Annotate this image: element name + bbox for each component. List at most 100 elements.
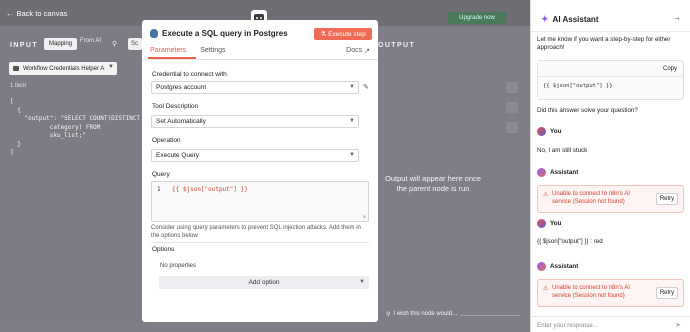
docs-link[interactable]: Docs ↗ [346,47,370,55]
search-icon[interactable]: ⚲ [112,40,117,48]
divider [142,59,378,60]
divider [151,242,369,243]
tab-from-ai[interactable]: From AI [80,38,101,45]
query-editor[interactable]: 1 {{ $json["output"] }} ⇲ [151,181,369,222]
json-output: [ { "output": "SELECT COUNT(DISTINCT cat… [10,98,141,156]
assistant-input[interactable]: Enter your response... ➤ [531,316,690,332]
query-code: {{ $json["output"] }} [172,186,248,193]
assistant-intro: Let me know if you want a step-by-step f… [537,36,671,51]
pin-icon[interactable] [506,82,518,93]
operation-label: Operation [152,137,181,144]
credential-label: Credential to connect with [152,71,227,78]
chevron-down-icon: ▼ [349,118,355,124]
sender-name: You [550,220,562,227]
collapse-icon[interactable]: → [673,13,681,22]
execute-step-label: Execute step [328,30,366,38]
output-heading: OUTPUT [378,42,416,49]
message-sender: Assistant [537,168,578,177]
code-snippet: Copy {{ $json["output"] }} [537,60,684,100]
tool-description-select[interactable]: Set Automatically ▼ [151,115,359,128]
add-option-label: Add option [248,279,280,286]
workflow-select[interactable]: Workflow Credentials Helper A ▼ [9,62,117,75]
tab-schema[interactable]: Sc [128,38,142,50]
avatar [537,219,546,228]
arrow-left-icon: ← [6,9,14,18]
chevron-down-icon: ▼ [349,84,355,90]
external-link-icon: ↗ [364,48,370,55]
assistant-avatar-icon [537,168,546,177]
message-text: {{ $json["output"] }} : red [537,238,603,245]
feedback-link[interactable]: ⚲ I wish this node would... [386,311,457,318]
sender-name: Assistant [550,263,579,270]
retry-button[interactable]: Retry [656,287,678,299]
copy-button[interactable]: Copy [663,66,677,72]
execute-step-button[interactable]: ⚗ Execute step [314,28,372,40]
operation-select[interactable]: Execute Query ▼ [151,149,359,162]
assistant-input-placeholder: Enter your response... [537,322,598,329]
error-text: Unable to connect to n8n's AI service (S… [552,285,630,299]
workflow-icon [13,66,19,71]
credential-select[interactable]: Postgres account ▼ [151,81,359,94]
feedback-question: Did this answer solve your question? [537,107,638,114]
ai-assistant-panel: ✦ AI Assistant → Let me know if you want… [530,0,690,332]
no-properties-text: No properties [160,263,197,269]
avatar [537,127,546,136]
output-empty-message: Output will appear here once the parent … [385,174,481,193]
input-heading: INPUT [10,42,38,49]
modal-tabs: Parameters Settings [150,47,225,54]
add-option-button[interactable]: Add option ▼ [159,276,369,289]
tab-settings[interactable]: Settings [200,47,225,54]
divider [460,315,520,316]
options-label: Options [152,246,175,253]
line-number: 1 [157,186,161,193]
message-text: No, I am still stuck [537,147,588,154]
query-hint: Consider using query parameters to preve… [151,225,361,239]
copy-icon[interactable] [506,102,518,113]
tab-mapping[interactable]: Mapping [44,38,77,50]
modal-title: Execute a SQL query in Postgres [150,29,288,38]
sender-name: You [550,128,562,135]
tab-parameters[interactable]: Parameters [150,47,186,54]
pencil-icon[interactable]: ✎ [363,83,369,91]
message-sender: You [537,219,561,228]
tool-description-value: Set Automatically [156,118,206,125]
error-message: ⚠ Unable to connect to n8n's AI service … [537,185,684,213]
lightbulb-icon: ⚲ [386,312,391,318]
divider [538,76,683,77]
node-settings-modal: Execute a SQL query in Postgres ⚗ Execut… [142,20,378,322]
tool-description-label: Tool Description [152,103,199,110]
query-label: Query [152,171,170,178]
message-sender: Assistant [537,262,578,271]
message-sender: You [537,127,561,136]
back-to-canvas-label: Back to canvas [16,9,68,18]
expand-icon[interactable] [506,122,518,133]
docs-label: Docs [346,47,363,54]
sender-name: Assistant [550,169,579,176]
assistant-header: ✦ AI Assistant → [531,0,690,32]
workflow-select-value: Workflow Credentials Helper A [23,65,105,72]
chevron-down-icon: ▼ [349,152,355,158]
code-snippet-text: {{ $json["output"] }} [543,83,613,89]
assistant-title-text: AI Assistant [552,15,599,24]
send-icon[interactable]: ➤ [675,321,681,329]
retry-button[interactable]: Retry [656,193,678,205]
postgres-icon [150,29,158,38]
back-to-canvas-link[interactable]: ← Back to canvas [6,9,67,18]
resize-handle-icon[interactable]: ⇲ [362,214,366,220]
item-count: 1 item [10,83,27,89]
error-text: Unable to connect to n8n's AI service (S… [552,191,630,205]
feedback-label: I wish this node would... [393,311,458,317]
sparkle-icon: ✦ [541,14,549,24]
error-message: ⚠ Unable to connect to n8n's AI service … [537,279,684,307]
upgrade-badge[interactable]: Upgrade now [448,12,506,24]
assistant-title: ✦ AI Assistant [541,14,598,25]
warning-icon: ⚠ [543,286,549,292]
chevron-down-icon: ▼ [108,64,114,70]
credential-value: Postgres account [156,84,207,91]
operation-value: Execute Query [156,152,199,159]
warning-icon: ⚠ [543,192,549,198]
chevron-down-icon: ▼ [359,279,365,285]
modal-title-text[interactable]: Execute a SQL query in Postgres [162,29,288,38]
input-panel: INPUT Mapping From AI ⚲ Sc Workflow Cred… [0,26,142,322]
flask-icon: ⚗ [320,31,327,38]
